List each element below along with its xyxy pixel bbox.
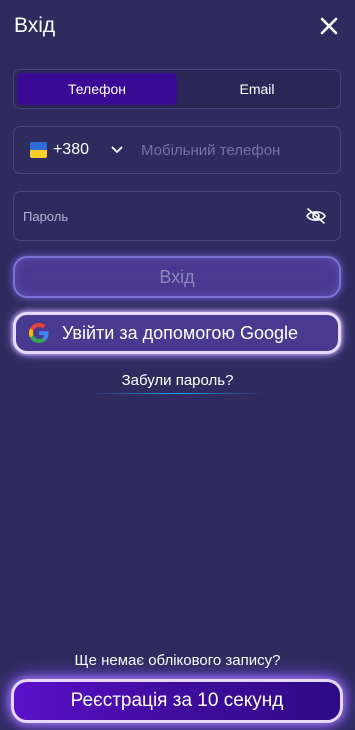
country-code[interactable]: +380: [53, 141, 89, 159]
login-screen: Вхід Телефон Email +380 Мобільний телефо…: [0, 0, 355, 730]
register-button[interactable]: Реєстрація за 10 секунд: [11, 679, 343, 723]
chevron-down-icon[interactable]: [111, 146, 123, 154]
phone-field: +380: [13, 126, 341, 174]
no-account-text: Ще немає облікового запису?: [74, 652, 281, 669]
ukraine-flag-icon[interactable]: [30, 142, 47, 158]
password-field: [13, 191, 341, 241]
header: Вхід: [14, 10, 341, 42]
google-login-label: Увійти за допомогою Google: [62, 322, 298, 343]
page-title: Вхід: [14, 14, 56, 37]
eye-slash-icon[interactable]: [304, 204, 328, 228]
tab-email[interactable]: Email: [177, 73, 337, 105]
close-icon[interactable]: [317, 14, 341, 38]
google-icon: [26, 320, 52, 346]
phone-input[interactable]: [141, 127, 340, 173]
login-method-tabs: Телефон Email: [13, 69, 341, 109]
forgot-password-link[interactable]: Забули пароль?: [90, 372, 265, 389]
login-button[interactable]: Вхід: [13, 256, 341, 298]
google-login-button[interactable]: Увійти за допомогою Google: [13, 312, 341, 354]
password-input[interactable]: [23, 192, 304, 240]
tab-phone[interactable]: Телефон: [17, 73, 177, 105]
forgot-password-underline: [90, 393, 265, 394]
